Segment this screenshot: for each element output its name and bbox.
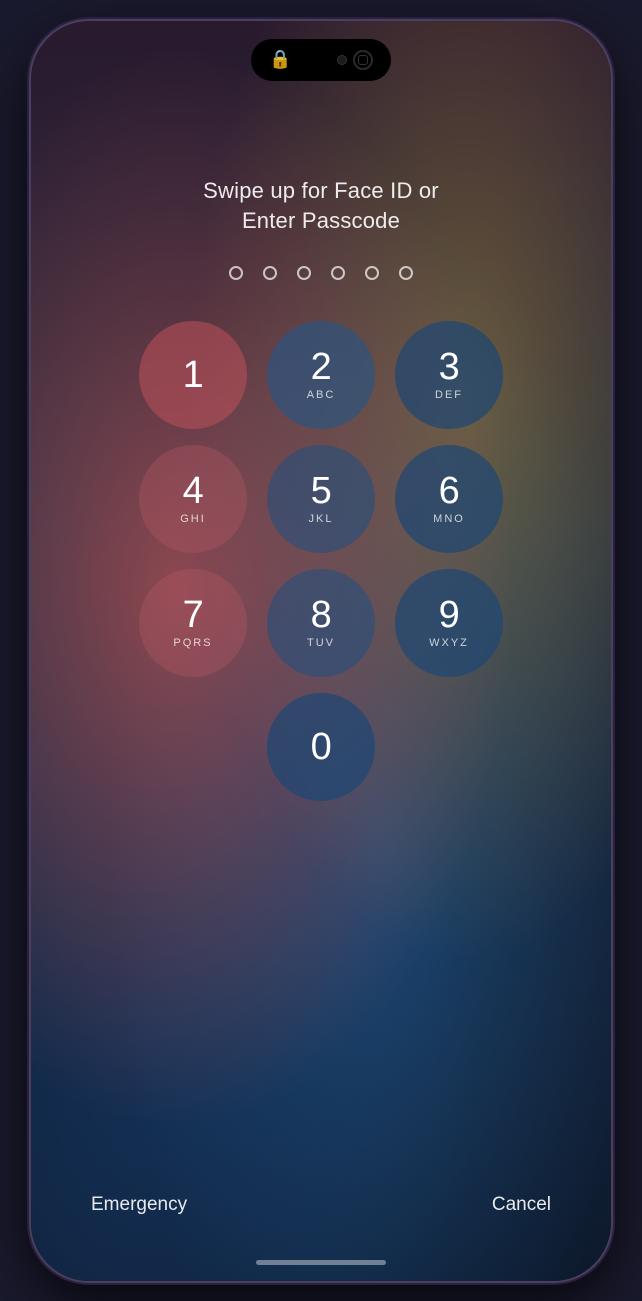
numpad-row-2: 4 GHI 5 JKL 6 MNO xyxy=(139,445,503,553)
lock-icon: 🔒 xyxy=(269,49,291,70)
key-4[interactable]: 4 GHI xyxy=(139,445,247,553)
camera-dot xyxy=(337,55,347,65)
passcode-dot-1 xyxy=(229,266,243,280)
passcode-dot-4 xyxy=(331,266,345,280)
lock-screen: 🔒 Swipe up for Face ID or Enter Passcode xyxy=(31,21,611,1281)
camera-area xyxy=(337,50,373,70)
key-3[interactable]: 3 DEF xyxy=(395,321,503,429)
passcode-dots xyxy=(31,266,611,280)
key-2[interactable]: 2 ABC xyxy=(267,321,375,429)
key-8[interactable]: 8 TUV xyxy=(267,569,375,677)
phone-frame: 🔒 Swipe up for Face ID or Enter Passcode xyxy=(31,21,611,1281)
key-6[interactable]: 6 MNO xyxy=(395,445,503,553)
passcode-dot-3 xyxy=(297,266,311,280)
numpad: 1 2 ABC 3 DEF 4 GHI 5 JKL xyxy=(31,321,611,801)
face-id-icon xyxy=(353,50,373,70)
passcode-dot-5 xyxy=(365,266,379,280)
passcode-dot-2 xyxy=(263,266,277,280)
home-indicator[interactable] xyxy=(256,1260,386,1265)
emergency-button[interactable]: Emergency xyxy=(91,1194,187,1216)
swipe-instruction: Swipe up for Face ID or Enter Passcode xyxy=(31,176,611,238)
key-1[interactable]: 1 xyxy=(139,321,247,429)
passcode-dot-6 xyxy=(399,266,413,280)
numpad-row-1: 1 2 ABC 3 DEF xyxy=(139,321,503,429)
key-9[interactable]: 9 WXYZ xyxy=(395,569,503,677)
numpad-row-zero: 0 xyxy=(139,693,503,801)
key-7[interactable]: 7 PQRS xyxy=(139,569,247,677)
key-5[interactable]: 5 JKL xyxy=(267,445,375,553)
bottom-actions: Emergency Cancel xyxy=(31,1194,611,1216)
key-0[interactable]: 0 xyxy=(267,693,375,801)
numpad-spacer-left xyxy=(139,693,247,801)
dynamic-island: 🔒 xyxy=(251,39,391,81)
cancel-button[interactable]: Cancel xyxy=(492,1194,551,1216)
numpad-row-3: 7 PQRS 8 TUV 9 WXYZ xyxy=(139,569,503,677)
numpad-spacer-right xyxy=(395,693,503,801)
